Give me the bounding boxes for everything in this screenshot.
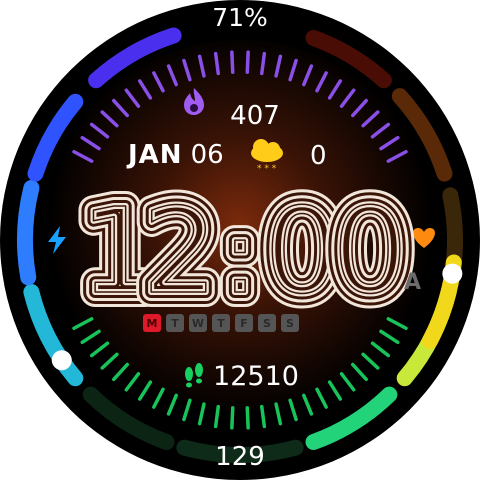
- tick-mark: [230, 50, 235, 74]
- weekday-4: F: [235, 314, 253, 332]
- calories-row: 407: [196, 101, 280, 131]
- tick-mark: [245, 50, 250, 74]
- date-day: 06: [190, 140, 224, 170]
- date-month: JAN: [128, 140, 183, 170]
- time-colon: :: [223, 199, 257, 316]
- time-display: 111111222222:::::: 000000000000: [65, 167, 422, 335]
- svg-text:* * *: * * *: [257, 164, 277, 174]
- weekday-0: M: [143, 314, 161, 332]
- ring-segment: [17, 179, 40, 286]
- left-gauge-knob[interactable]: [51, 350, 72, 371]
- watch-face: * * * 111111222222:::::: 000000000000: [0, 0, 480, 480]
- weekday-6: S: [281, 314, 299, 332]
- calories-value: 407: [230, 101, 280, 131]
- weekday-strip: MTWTFSS: [143, 314, 299, 332]
- steps-value: 12510: [213, 361, 299, 392]
- weekday-2: W: [189, 314, 207, 332]
- time-digit: 2: [142, 182, 217, 320]
- battery-percent: 71%: [212, 3, 268, 32]
- ampm-indicator: A: [404, 270, 422, 295]
- bottom-complication-value: 129: [215, 442, 265, 472]
- tick-mark: [245, 406, 250, 430]
- weekday-1: T: [166, 314, 184, 332]
- tick-mark: [230, 406, 235, 430]
- weekday-5: S: [258, 314, 276, 332]
- time-digit: 0: [264, 182, 339, 320]
- date-display: JAN 06: [128, 140, 224, 170]
- weather-value: 0: [310, 141, 327, 171]
- time-digit: 0: [332, 182, 407, 320]
- right-gauge-knob[interactable]: [442, 263, 463, 284]
- weekday-3: T: [212, 314, 230, 332]
- steps-row: 12510: [181, 361, 299, 392]
